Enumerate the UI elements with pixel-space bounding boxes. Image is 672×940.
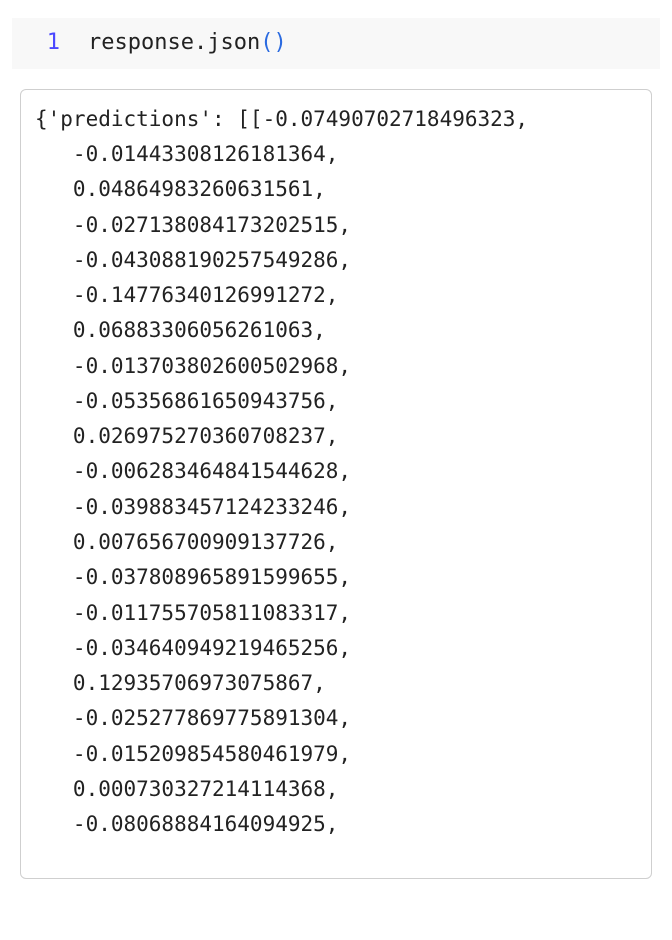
output-line: -0.015209854580461979,: [35, 742, 351, 766]
output-line: -0.027138084173202515,: [35, 213, 351, 237]
output-line: -0.039883457124233246,: [35, 495, 351, 519]
output-line: -0.01443308126181364,: [35, 142, 338, 166]
output-line: -0.006283464841544628,: [35, 459, 351, 483]
code-paren-close: ): [273, 30, 286, 55]
resize-handle-icon[interactable]: [628, 855, 648, 875]
code-method: json: [207, 30, 260, 55]
output-line: -0.043088190257549286,: [35, 248, 351, 272]
output-line: 0.007656700909137726,: [35, 530, 338, 554]
line-number: 1: [28, 28, 88, 59]
output-line: {'predictions': [[-0.07490702718496323,: [35, 107, 528, 131]
code-cell: 1 response.json(): [12, 18, 660, 69]
output-line: -0.037808965891599655,: [35, 565, 351, 589]
output-line: 0.04864983260631561,: [35, 177, 326, 201]
output-line: -0.05356861650943756,: [35, 389, 338, 413]
output-line: -0.14776340126991272,: [35, 283, 338, 307]
output-line: 0.000730327214114368,: [35, 777, 338, 801]
code-line: response.json(): [88, 28, 287, 59]
output-cell[interactable]: {'predictions': [[-0.07490702718496323, …: [20, 89, 652, 879]
output-line: -0.013703802600502968,: [35, 354, 351, 378]
code-paren-open: (: [260, 30, 273, 55]
output-line: -0.011755705811083317,: [35, 601, 351, 625]
output-line: -0.025277869775891304,: [35, 706, 351, 730]
code-dot: .: [194, 30, 207, 55]
output-line: 0.06883306056261063,: [35, 318, 326, 342]
code-object: response: [88, 30, 194, 55]
output-line: 0.026975270360708237,: [35, 424, 338, 448]
output-line: 0.12935706973075867,: [35, 671, 326, 695]
output-line: -0.034640949219465256,: [35, 636, 351, 660]
output-line: -0.08068884164094925,: [35, 812, 338, 836]
